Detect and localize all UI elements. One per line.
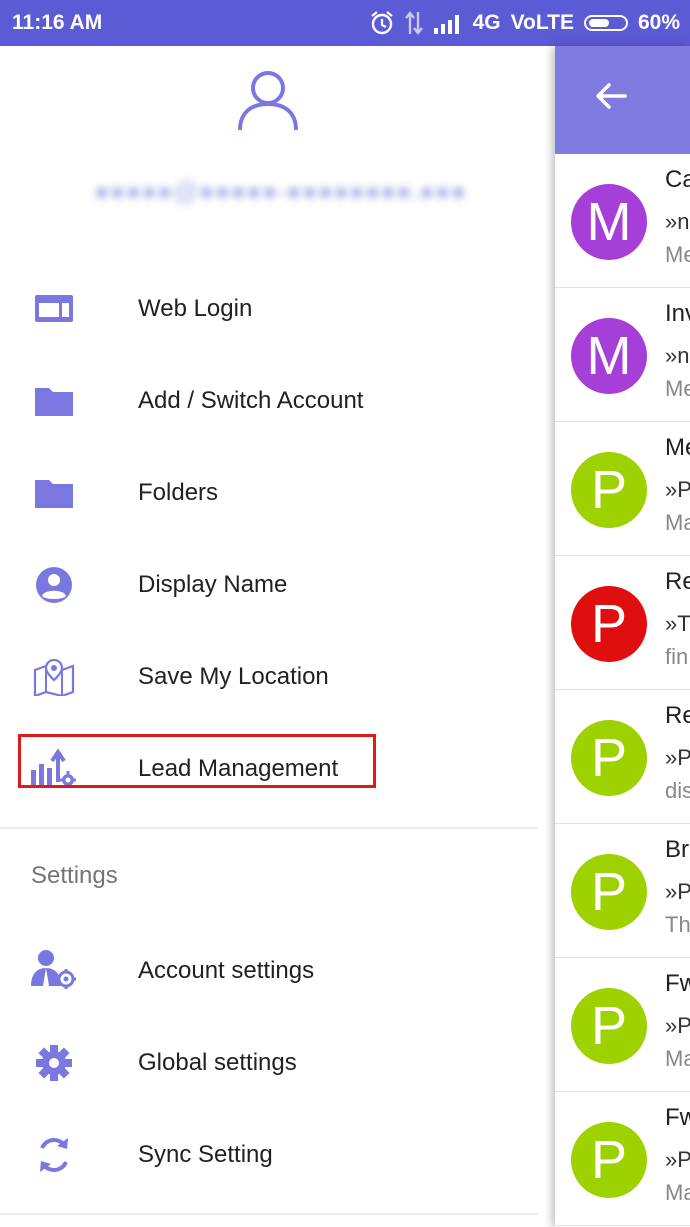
highlight-box (18, 734, 376, 788)
sender-avatar: M (571, 184, 647, 260)
email-list-item[interactable]: P Me »P Ma (555, 422, 690, 556)
user-profile-icon[interactable] (236, 68, 300, 132)
status-icons: 4G VoLTE 60% (369, 10, 680, 36)
status-bar: 11:16 AM 4G VoLTE 60% (0, 0, 690, 46)
email-list-item[interactable]: P Fw »P Ma (555, 1092, 690, 1226)
email-preview: »n (665, 209, 690, 234)
email-subject: Me (665, 434, 690, 461)
menu-item-folders[interactable]: Folders (0, 457, 538, 527)
folder-icon (35, 480, 73, 508)
account-settings-icon (31, 950, 76, 989)
status-time: 11:16 AM (12, 11, 103, 34)
email-list-item[interactable]: P Re »T fin (555, 556, 690, 690)
web-login-icon (35, 295, 73, 322)
email-preview: »P (665, 745, 690, 770)
email-list-item[interactable]: P Fw »P Ma (555, 958, 690, 1092)
settings-section-title: Settings (31, 862, 118, 889)
email-snippet: dis (665, 778, 690, 803)
menu-label-global-settings: Global settings (138, 1049, 297, 1076)
network-type: 4G (472, 11, 501, 34)
email-subject: Fw (665, 1104, 690, 1131)
menu-label-add-switch-account: Add / Switch Account (138, 387, 364, 414)
menu-item-account-settings[interactable]: Account settings (0, 935, 538, 1005)
email-subject: Fw (665, 970, 690, 997)
email-snippet: Ma (665, 1046, 690, 1071)
email-list-item[interactable]: P Br »P Th (555, 824, 690, 958)
email-subject: Re (665, 568, 690, 595)
email-preview: »P (665, 1147, 690, 1172)
sync-icon (40, 1138, 68, 1172)
email-snippet: Me (665, 376, 690, 401)
account-circle-icon (36, 567, 72, 603)
email-snippet: Th (665, 912, 690, 937)
menu-label-account-settings: Account settings (138, 957, 315, 984)
menu-label-web-login: Web Login (138, 295, 253, 322)
email-list-item[interactable]: P Re »P dis (555, 690, 690, 824)
mail-list-header (555, 46, 690, 154)
menu-item-sync-setting[interactable]: Sync Setting (0, 1119, 538, 1189)
account-email-blurred: ●●●●●@●●●●●-●●●●●●●●.●●● (93, 176, 467, 206)
sender-avatar: P (571, 854, 647, 930)
email-preview: »T (665, 611, 690, 636)
email-snippet: Me (665, 242, 690, 267)
email-list-item[interactable]: M Inv »n Me (555, 288, 690, 422)
email-subject: Inv (665, 300, 690, 327)
sender-avatar: P (571, 586, 647, 662)
divider (0, 1213, 538, 1215)
volte-label: VoLTE (510, 11, 574, 34)
signal-icon (433, 15, 459, 34)
menu-label-display-name: Display Name (138, 571, 288, 598)
menu-item-add-switch-account[interactable]: Add / Switch Account (0, 365, 538, 435)
menu-label-save-my-location: Save My Location (138, 663, 329, 690)
navigation-drawer: ●●●●●@●●●●●-●●●●●●●●.●●● Web Login Add /… (0, 46, 538, 1227)
battery-percent: 60% (637, 11, 680, 34)
battery-icon (583, 15, 628, 31)
folder-icon (35, 388, 73, 416)
menu-label-sync-setting: Sync Setting (138, 1141, 273, 1168)
email-preview: »n (665, 343, 690, 368)
email-snippet: Ma (665, 510, 690, 535)
email-subject: Ca (665, 166, 690, 193)
email-subject: Re (665, 702, 690, 729)
email-preview: »P (665, 477, 690, 502)
email-list-item[interactable]: M Ca »n Me (555, 154, 690, 288)
gear-icon (36, 1045, 72, 1081)
alarm-icon (370, 11, 393, 35)
divider (0, 827, 538, 829)
sender-avatar: P (571, 452, 647, 528)
map-location-icon (33, 658, 75, 696)
email-preview: »P (665, 1013, 690, 1038)
email-subject: Br (665, 836, 689, 863)
sender-avatar: P (571, 1122, 647, 1198)
menu-item-web-login[interactable]: Web Login (0, 273, 538, 343)
email-preview: »P (665, 879, 690, 904)
sender-avatar: M (571, 318, 647, 394)
menu-item-display-name[interactable]: Display Name (0, 549, 538, 619)
menu-item-global-settings[interactable]: Global settings (0, 1027, 538, 1097)
sender-avatar: P (571, 720, 647, 796)
menu-label-folders: Folders (138, 479, 219, 506)
data-arrows-icon (404, 11, 423, 35)
sender-avatar: P (571, 988, 647, 1064)
mail-list-panel: MCa»nMeMInv»nMePMe»PMaPRe»TfinPRe»PdisPB… (555, 46, 690, 1227)
menu-item-save-my-location[interactable]: Save My Location (0, 641, 538, 711)
email-snippet: fin (665, 644, 689, 669)
back-arrow-icon[interactable] (591, 76, 631, 116)
email-snippet: Ma (665, 1180, 690, 1205)
